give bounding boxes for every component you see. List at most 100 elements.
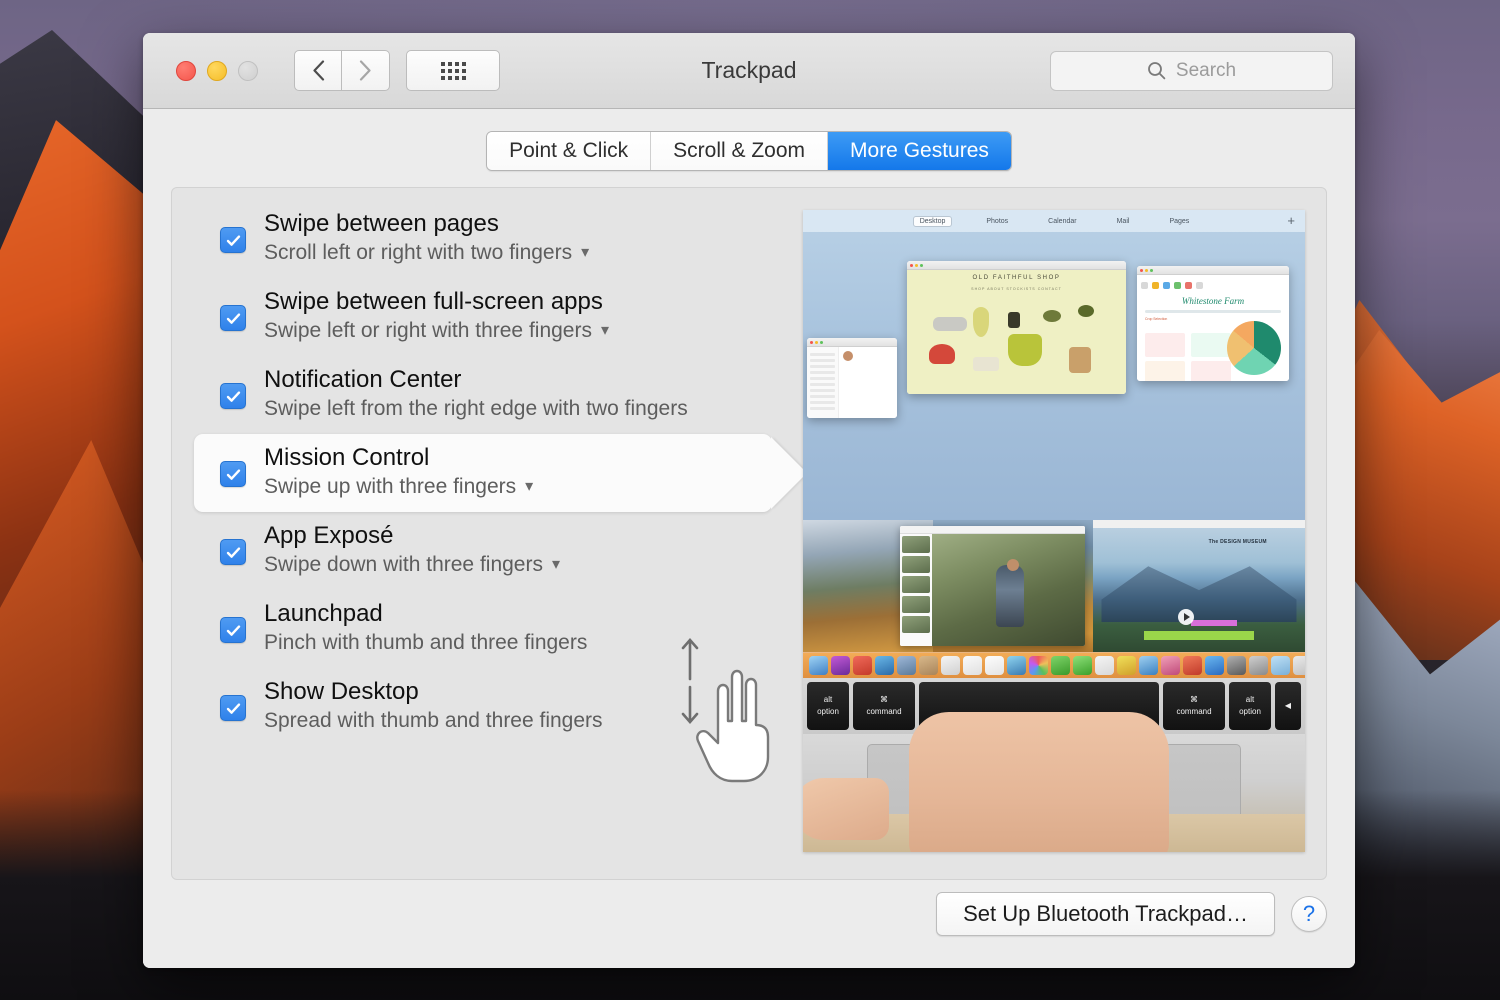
dock-icon-reminders[interactable] — [985, 656, 1004, 675]
photos-titlebar — [900, 526, 1085, 534]
palm — [909, 712, 1169, 852]
help-button[interactable]: ? — [1291, 896, 1327, 932]
dock-icon-downloads[interactable] — [1271, 656, 1290, 675]
gesture-title: Show Desktop — [264, 678, 419, 705]
dock-icon-keynote[interactable] — [1139, 656, 1158, 675]
dock-icon-photos[interactable] — [1029, 656, 1048, 675]
chevron-right-icon — [359, 60, 371, 81]
checkbox-swipe-between-pages[interactable] — [220, 227, 246, 253]
chevron-left-icon — [312, 60, 324, 81]
dock-icon-app-store[interactable] — [1205, 656, 1224, 675]
window-footer: Set Up Bluetooth Trackpad… ? — [171, 860, 1327, 968]
key-bottom-label: option — [817, 707, 839, 716]
dock-icon-safari[interactable] — [875, 656, 894, 675]
dock-icon-maps[interactable] — [1007, 656, 1026, 675]
space-pages[interactable]: Pages — [1163, 217, 1195, 226]
set-up-bluetooth-trackpad-button[interactable]: Set Up Bluetooth Trackpad… — [936, 892, 1275, 936]
gesture-subtitle-wrap: Swipe left from the right edge with two … — [264, 397, 688, 421]
checkbox-app-expose[interactable] — [220, 539, 246, 565]
space-mail[interactable]: Mail — [1111, 217, 1136, 226]
gesture-subtitle-wrap: Pinch with thumb and three fingers — [264, 631, 587, 655]
space-photos[interactable]: Photos — [980, 217, 1014, 226]
checkmark-icon — [226, 624, 240, 636]
gesture-subtitle-wrap: Swipe left or right with three fingers ▾ — [264, 319, 609, 343]
key-bottom-label: command — [866, 707, 902, 716]
numbers-cell — [1145, 333, 1185, 357]
dock-icon-launchpad[interactable] — [853, 656, 872, 675]
add-space-icon[interactable]: + — [1287, 214, 1295, 227]
window-titlebar[interactable]: Trackpad Search — [143, 33, 1355, 109]
gesture-title: App Exposé — [264, 522, 394, 549]
gesture-subtitle-wrap: Swipe down with three fingers ▾ — [264, 553, 560, 577]
product-thumb — [1007, 312, 1020, 329]
video-caption-green — [1143, 630, 1255, 640]
gesture-text: Launchpad Pinch with thumb and three fin… — [264, 599, 587, 655]
dock-icon-facetime[interactable] — [1073, 656, 1092, 675]
gesture-row-swipe-between-pages[interactable]: Swipe between pages Scroll left or right… — [194, 200, 772, 278]
dock-icon-siri[interactable] — [831, 656, 850, 675]
hand-photo — [803, 712, 1305, 852]
tab-scroll-and-zoom[interactable]: Scroll & Zoom — [651, 132, 829, 170]
numbers-cell — [1191, 333, 1231, 357]
gesture-row-notification-center[interactable]: Notification Center Swipe left from the … — [194, 356, 772, 434]
checkbox-notification-center[interactable] — [220, 383, 246, 409]
dock-icon-notes[interactable] — [963, 656, 982, 675]
checkmark-icon — [226, 702, 240, 714]
minimize-button[interactable] — [207, 60, 227, 81]
space-calendar[interactable]: Calendar — [1042, 217, 1082, 226]
product-thumb — [972, 356, 999, 371]
gesture-subtitle: Swipe left from the right edge with two … — [264, 397, 688, 420]
dock-icon-system-preferences[interactable] — [1227, 656, 1246, 675]
product-thumb — [1069, 346, 1092, 373]
checkmark-icon — [226, 312, 240, 324]
zoom-button — [238, 60, 258, 81]
key-top-label: alt — [1245, 695, 1255, 704]
tab-more-gestures[interactable]: More Gestures — [828, 132, 1011, 170]
thumb — [803, 778, 889, 840]
photos-body — [900, 534, 1085, 646]
trackpad-photo-area — [803, 712, 1305, 852]
key-option-right: alt option — [1229, 682, 1271, 730]
key-bottom-label: command — [1176, 707, 1212, 716]
product-thumb — [928, 344, 955, 365]
back-button[interactable] — [294, 50, 342, 91]
mini-window-photos — [900, 526, 1085, 646]
dock-icon-contacts[interactable] — [919, 656, 938, 675]
checkbox-launchpad[interactable] — [220, 617, 246, 643]
gesture-row-app-expose[interactable]: App Exposé Swipe down with three fingers… — [194, 512, 772, 590]
tab-point-and-click[interactable]: Point & Click — [487, 132, 652, 170]
play-button-icon[interactable] — [1177, 608, 1194, 625]
chevron-down-icon[interactable]: ▾ — [581, 245, 589, 261]
dock-icon-ibooks[interactable] — [1183, 656, 1202, 675]
checkbox-mission-control[interactable] — [220, 461, 246, 487]
dock-icon-trash[interactable] — [1293, 656, 1305, 675]
chevron-down-icon[interactable]: ▾ — [525, 479, 533, 495]
chevron-down-icon[interactable]: ▾ — [601, 323, 609, 339]
checkbox-swipe-between-full-screen-apps[interactable] — [220, 305, 246, 331]
space-desktop[interactable]: Desktop — [912, 215, 953, 227]
photos-thumbnail-rail — [900, 534, 932, 646]
chevron-down-icon[interactable]: ▾ — [552, 557, 560, 573]
dock-icon-calendar[interactable] — [941, 656, 960, 675]
dock-icon-preview[interactable] — [1249, 656, 1268, 675]
dock-icon-mail[interactable] — [897, 656, 916, 675]
gesture-row-mission-control[interactable]: Mission Control Swipe up with three fing… — [194, 434, 772, 512]
key-arrow-left: ◀ — [1275, 682, 1301, 730]
dock-icon-pages[interactable] — [1095, 656, 1114, 675]
numbers-doc-title: Whitestone Farm — [1181, 296, 1245, 306]
gesture-row-swipe-between-full-screen-apps[interactable]: Swipe between full-screen apps Swipe lef… — [194, 278, 772, 356]
close-button[interactable] — [176, 60, 196, 81]
forward-button[interactable] — [342, 50, 390, 91]
numbers-divider — [1145, 310, 1281, 313]
checkbox-show-desktop[interactable] — [220, 695, 246, 721]
dock-icon-messages[interactable] — [1051, 656, 1070, 675]
show-all-button[interactable] — [406, 50, 500, 91]
dock-icon-finder[interactable] — [809, 656, 828, 675]
gesture-text: Mission Control Swipe up with three fing… — [264, 443, 533, 499]
gesture-preview-video[interactable]: Desktop Photos Calendar Mail Pages + OLD… — [803, 210, 1305, 852]
dock-icon-itunes[interactable] — [1161, 656, 1180, 675]
dock-icon-numbers[interactable] — [1117, 656, 1136, 675]
search-field[interactable]: Search — [1050, 50, 1333, 91]
gesture-subtitle-wrap: Swipe up with three fingers ▾ — [264, 475, 533, 499]
desktop-wallpaper: Trackpad Search Point & Click Scroll & Z… — [0, 0, 1500, 1000]
